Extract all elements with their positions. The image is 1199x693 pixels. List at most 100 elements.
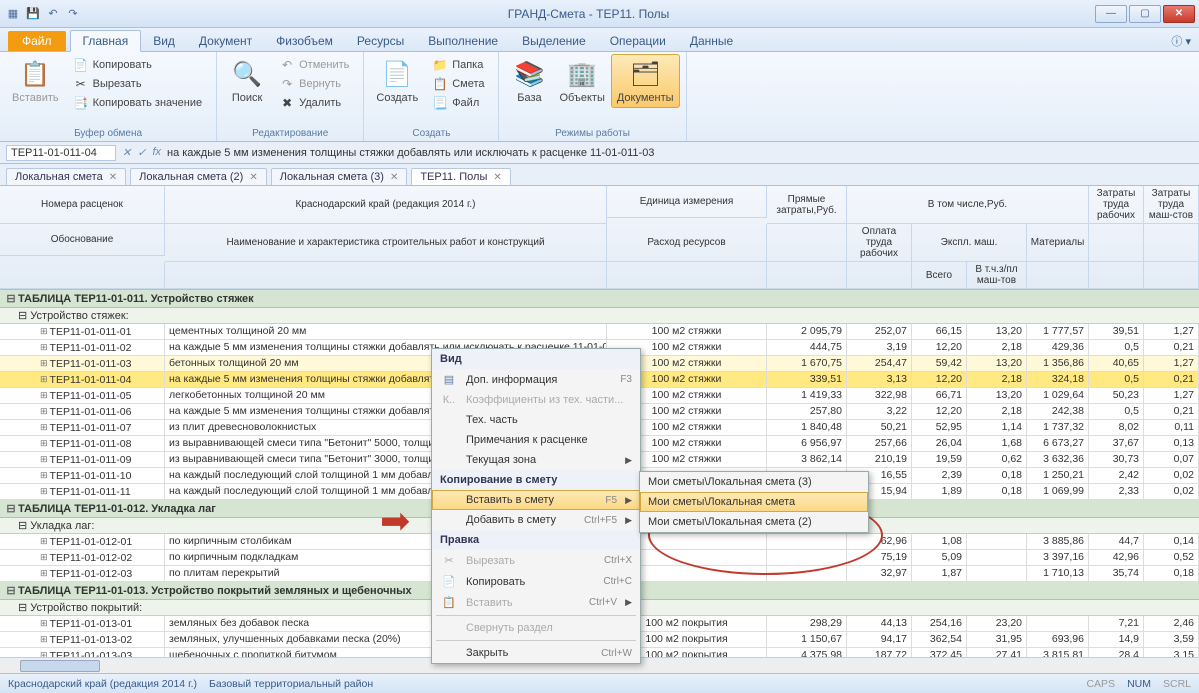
annotation-arrow: ➡ [380, 500, 410, 542]
ribbon-tab-resources[interactable]: Ресурсы [345, 31, 416, 51]
document-tabs: Локальная смета✕ Локальная смета (2)✕ Ло… [0, 164, 1199, 186]
doc-tab-3[interactable]: ТЕР11. Полы✕ [411, 168, 510, 185]
redo-button[interactable]: ↷Вернуть [275, 75, 353, 93]
fx-icon[interactable]: fx [152, 146, 161, 159]
copy-value-button[interactable]: 📑Копировать значение [69, 94, 206, 112]
ctx-close[interactable]: ЗакрытьCtrl+W [432, 643, 640, 663]
maximize-button[interactable]: ▢ [1129, 5, 1161, 23]
submenu-item-1[interactable]: Мои сметы\Локальная смета [640, 492, 868, 512]
ribbon-tab-volume[interactable]: Физобъем [264, 31, 345, 51]
ribbon-tab-document[interactable]: Документ [187, 31, 264, 51]
accept-formula-icon[interactable]: ✓ [137, 146, 146, 159]
copy-icon: 📄 [440, 575, 458, 588]
qat-save-icon[interactable]: 💾 [24, 5, 42, 23]
info-icon: ▤ [440, 373, 458, 386]
ctx-copy[interactable]: 📄КопироватьCtrl+C [432, 571, 640, 592]
copy-value-icon: 📑 [73, 95, 89, 111]
redo-icon: ↷ [279, 76, 295, 92]
ribbon-tabs: Файл Главная Вид Документ Физобъем Ресур… [0, 28, 1199, 52]
base-icon: 📚 [513, 58, 545, 90]
ctx-insert[interactable]: Вставить в сметуF5▶ Мои сметы\Локальная … [432, 490, 640, 510]
undo-icon: ↶ [279, 57, 295, 73]
documents-icon: 🗂 [629, 58, 661, 90]
submenu-item-2[interactable]: Мои сметы\Локальная смета (2) [640, 512, 868, 532]
ctx-tech-part[interactable]: Тех. часть [432, 410, 640, 430]
app-icon: ▦ [4, 5, 22, 23]
copy-icon: 📄 [73, 57, 89, 73]
objects-button[interactable]: 🏢Объекты [553, 54, 610, 108]
ctx-zone[interactable]: Текущая зона▶ [432, 450, 640, 470]
qat-redo-icon[interactable]: ↷ [64, 5, 82, 23]
cut-icon: ✂ [73, 76, 89, 92]
status-caps: CAPS [1086, 678, 1115, 690]
ribbon-tab-data[interactable]: Данные [678, 31, 745, 51]
submenu[interactable]: Мои сметы\Локальная смета (3) Мои сметы\… [639, 471, 869, 533]
ribbon-tab-main[interactable]: Главная [70, 30, 142, 52]
close-tab-icon[interactable]: ✕ [390, 172, 398, 183]
doc-tab-2[interactable]: Локальная смета (3)✕ [271, 168, 408, 185]
status-region: Краснодарский край (редакция 2014 г.) [8, 678, 197, 690]
documents-button[interactable]: 🗂Документы [611, 54, 680, 108]
ribbon-tab-execution[interactable]: Выполнение [416, 31, 510, 51]
submenu-item-0[interactable]: Мои сметы\Локальная смета (3) [640, 472, 868, 492]
undo-button[interactable]: ↶Отменить [275, 56, 353, 74]
help-icon[interactable]: ⓘ ▾ [1163, 31, 1199, 51]
statusbar: Краснодарский край (редакция 2014 г.) Ба… [0, 673, 1199, 693]
doc-tab-0[interactable]: Локальная смета✕ [6, 168, 126, 185]
ribbon-tab-view[interactable]: Вид [141, 31, 187, 51]
doc-tab-1[interactable]: Локальная смета (2)✕ [130, 168, 267, 185]
estimate-icon: 📋 [432, 76, 448, 92]
estimate-button[interactable]: 📋Смета [428, 75, 488, 93]
scrollbar-thumb[interactable] [20, 660, 100, 672]
base-button[interactable]: 📚База [505, 54, 553, 108]
copy-button[interactable]: 📄Копировать [69, 56, 206, 74]
status-area: Базовый территориальный район [209, 678, 373, 690]
paste-icon: 📋 [19, 58, 51, 90]
close-tab-icon[interactable]: ✕ [109, 172, 117, 183]
minimize-button[interactable]: — [1095, 5, 1127, 23]
qat-undo-icon[interactable]: ↶ [44, 5, 62, 23]
create-button[interactable]: 📄 Создать [370, 54, 424, 108]
delete-icon: ✖ [279, 95, 295, 111]
section-row[interactable]: ⊟ТАБЛИЦА ТЕР11-01-011. Устройство стяжек [0, 290, 1199, 308]
status-scrl: SCRL [1163, 678, 1191, 690]
formula-text[interactable]: на каждые 5 мм изменения толщины стяжки … [167, 147, 654, 159]
paste-icon: 📋 [440, 596, 458, 609]
cancel-formula-icon[interactable]: ✕ [122, 146, 131, 159]
window-title: ГРАНД-Смета - ТЕР11. Полы [82, 7, 1095, 21]
find-button[interactable]: 🔍 Поиск [223, 54, 271, 108]
cut-icon: ✂ [440, 554, 458, 567]
close-tab-icon[interactable]: ✕ [493, 172, 501, 183]
ribbon-tab-operations[interactable]: Операции [598, 31, 678, 51]
folder-button[interactable]: 📁Папка [428, 56, 488, 74]
sub-row[interactable]: ⊟ Устройство стяжек: [0, 308, 1199, 324]
ribbon-body: 📋 Вставить 📄Копировать ✂Вырезать 📑Копиро… [0, 52, 1199, 142]
cell-reference[interactable]: ТЕР11-01-011-04 [6, 145, 116, 161]
ribbon-tab-selection[interactable]: Выделение [510, 31, 598, 51]
ctx-collapse[interactable]: Свернуть раздел [432, 618, 640, 638]
folder-icon: 📁 [432, 57, 448, 73]
paste-button[interactable]: 📋 Вставить [6, 54, 65, 108]
create-icon: 📄 [381, 58, 413, 90]
ctx-paste[interactable]: 📋ВставитьCtrl+V▶ [432, 592, 640, 613]
delete-button[interactable]: ✖Удалить [275, 94, 353, 112]
table-row[interactable]: ⊞ ТЕР11-01-011-01цементных толщиной 20 м… [0, 324, 1199, 340]
formula-bar: ТЕР11-01-011-04 ✕ ✓ fx на каждые 5 мм из… [0, 142, 1199, 164]
file-icon: 📃 [432, 95, 448, 111]
table-header: Номера расценок Краснодарский край (реда… [0, 186, 1199, 290]
objects-icon: 🏢 [566, 58, 598, 90]
file-tab[interactable]: Файл [8, 31, 66, 51]
ctx-add[interactable]: Добавить в сметуCtrl+F5▶ [432, 510, 640, 530]
search-icon: 🔍 [231, 58, 263, 90]
ctx-dop-info[interactable]: ▤Доп. информацияF3 [432, 369, 640, 390]
ctx-notes[interactable]: Примечания к расценке [432, 430, 640, 450]
file-button[interactable]: 📃Файл [428, 94, 488, 112]
ctx-cut[interactable]: ✂ВырезатьCtrl+X [432, 550, 640, 571]
status-num: NUM [1127, 678, 1151, 690]
cut-button[interactable]: ✂Вырезать [69, 75, 206, 93]
close-tab-icon[interactable]: ✕ [249, 172, 257, 183]
ctx-coeff: К..Коэффициенты из тех. части... [432, 390, 640, 410]
close-button[interactable]: ✕ [1163, 5, 1195, 23]
titlebar: ▦ 💾 ↶ ↷ ГРАНД-Смета - ТЕР11. Полы — ▢ ✕ [0, 0, 1199, 28]
context-menu[interactable]: Вид ▤Доп. информацияF3 К..Коэффициенты и… [431, 348, 641, 664]
